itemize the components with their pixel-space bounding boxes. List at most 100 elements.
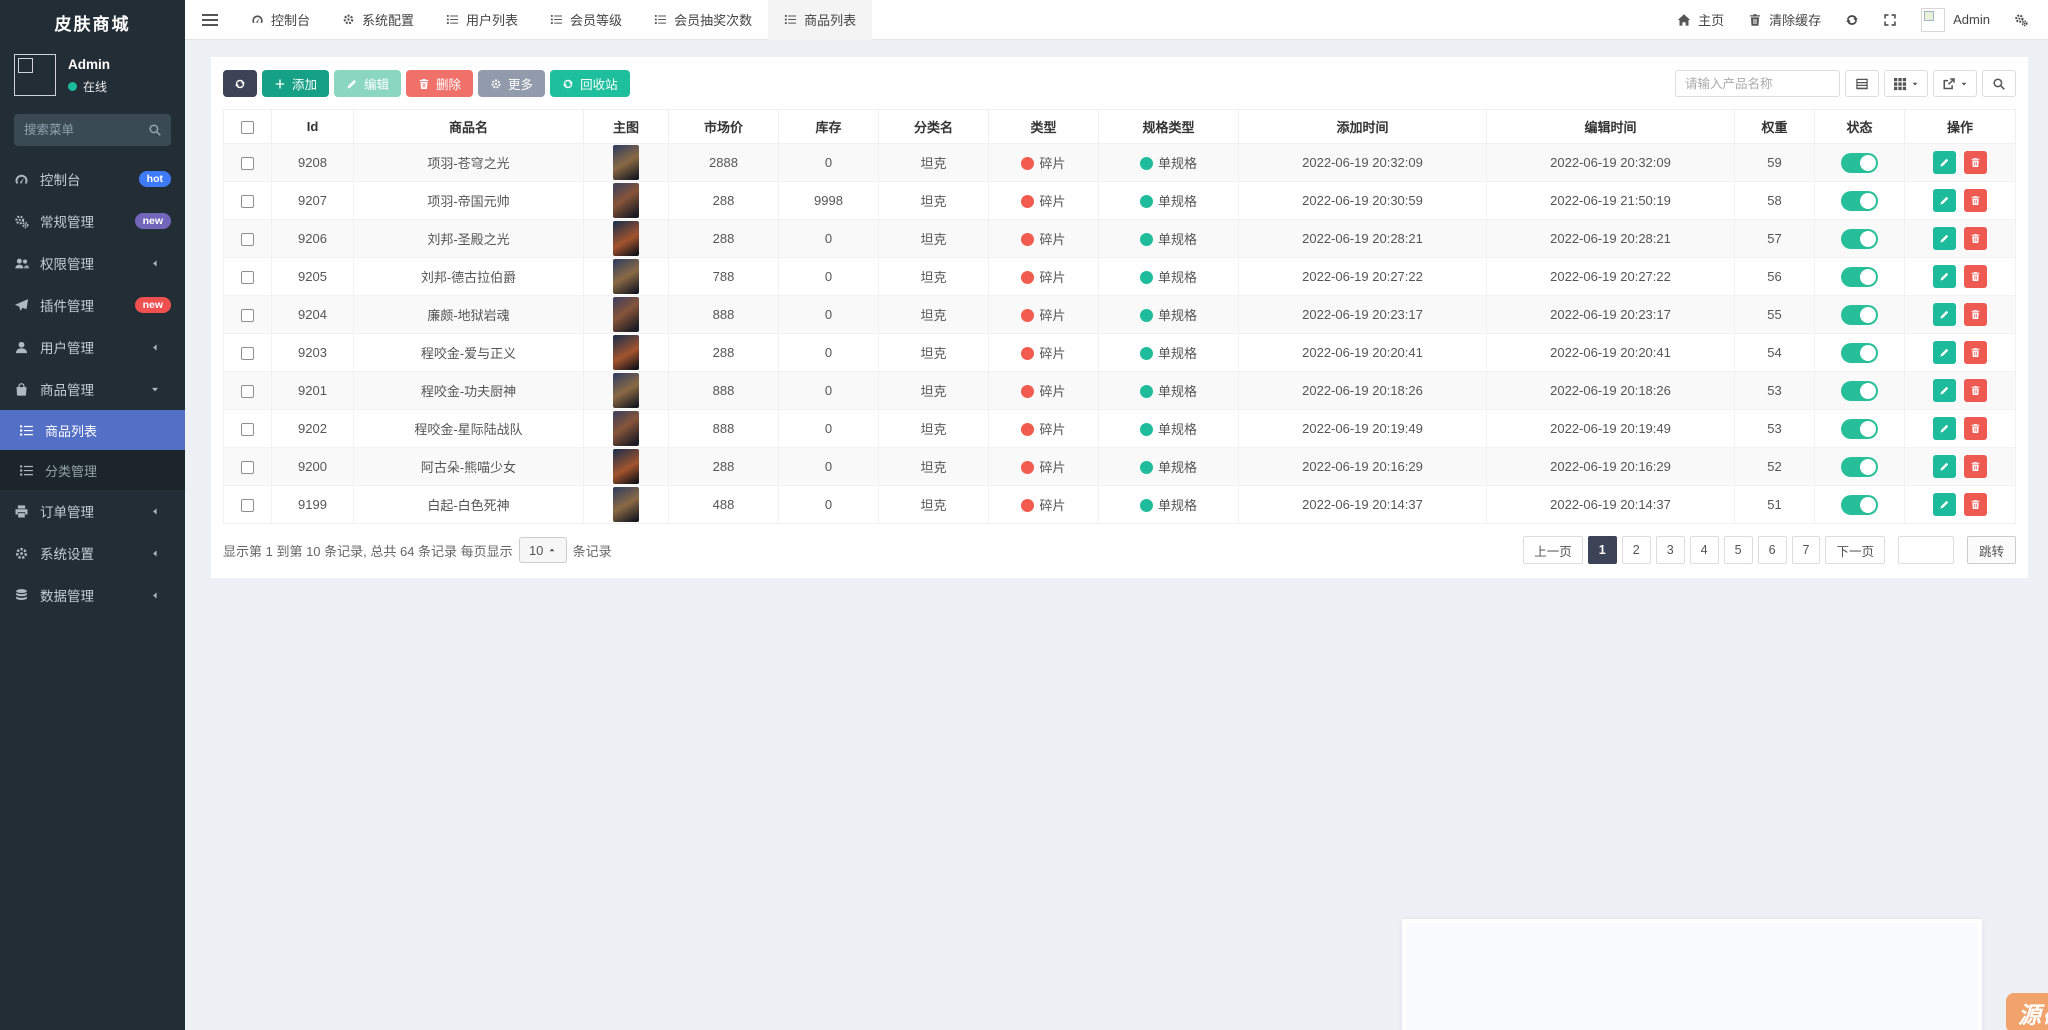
row-checkbox[interactable] bbox=[241, 461, 254, 475]
add-button[interactable]: 添加 bbox=[262, 70, 330, 97]
settings-cogs-icon[interactable] bbox=[2014, 13, 2028, 27]
status-toggle[interactable] bbox=[1841, 152, 1878, 173]
row-delete-button[interactable] bbox=[1963, 341, 1987, 364]
tab-member-level[interactable]: 会员等级 bbox=[534, 0, 638, 40]
row-checkbox[interactable] bbox=[241, 233, 254, 247]
product-thumbnail[interactable] bbox=[613, 297, 639, 332]
sidebar-item-dashboard[interactable]: 控制台 hot bbox=[0, 158, 185, 200]
row-delete-button[interactable] bbox=[1963, 265, 1987, 288]
jump-button[interactable]: 跳转 bbox=[1966, 536, 2016, 564]
tab-dashboard[interactable]: 控制台 bbox=[235, 0, 326, 40]
row-checkbox[interactable] bbox=[241, 157, 254, 171]
status-toggle[interactable] bbox=[1841, 342, 1878, 363]
delete-button[interactable]: 删除 bbox=[406, 70, 474, 97]
status-toggle[interactable] bbox=[1841, 266, 1878, 287]
tab-user-list[interactable]: 用户列表 bbox=[430, 0, 534, 40]
refresh-icon[interactable] bbox=[1845, 13, 1859, 27]
row-edit-button[interactable] bbox=[1933, 417, 1957, 440]
sidebar-item-goods[interactable]: 商品管理 bbox=[0, 368, 185, 410]
next-page-button[interactable]: 下一页 bbox=[1825, 536, 1885, 564]
status-toggle[interactable] bbox=[1841, 456, 1878, 477]
row-checkbox[interactable] bbox=[241, 347, 254, 361]
sidebar-item-general[interactable]: 常规管理 new bbox=[0, 200, 185, 242]
recycle-bin-button[interactable]: 回收站 bbox=[550, 70, 630, 97]
page-button[interactable]: 2 bbox=[1621, 536, 1651, 564]
row-delete-button[interactable] bbox=[1963, 151, 1987, 174]
export-button[interactable] bbox=[1933, 70, 1977, 97]
product-thumbnail[interactable] bbox=[613, 259, 639, 294]
row-delete-button[interactable] bbox=[1963, 227, 1987, 250]
refresh-button[interactable] bbox=[223, 70, 257, 97]
product-thumbnail[interactable] bbox=[613, 487, 639, 522]
status-toggle[interactable] bbox=[1841, 380, 1878, 401]
more-button[interactable]: 更多 bbox=[478, 70, 546, 97]
status-toggle[interactable] bbox=[1841, 228, 1878, 249]
page-button[interactable]: 3 bbox=[1655, 536, 1685, 564]
status-toggle[interactable] bbox=[1841, 304, 1878, 325]
product-thumbnail[interactable] bbox=[613, 221, 639, 256]
sidebar-item-order[interactable]: 订单管理 bbox=[0, 490, 185, 532]
avatar[interactable] bbox=[14, 54, 56, 96]
user-menu[interactable]: Admin bbox=[1921, 7, 1990, 32]
watermark-badge[interactable]: 源码 bbox=[2006, 993, 2048, 1030]
sidebar-item-data[interactable]: 数据管理 bbox=[0, 574, 185, 616]
row-edit-button[interactable] bbox=[1933, 265, 1957, 288]
search-button[interactable] bbox=[1982, 70, 2016, 97]
page-button[interactable]: 7 bbox=[1791, 536, 1821, 564]
page-button[interactable]: 5 bbox=[1723, 536, 1753, 564]
row-delete-button[interactable] bbox=[1963, 303, 1987, 326]
row-edit-button[interactable] bbox=[1933, 151, 1957, 174]
tab-system-config[interactable]: 系统配置 bbox=[326, 0, 430, 40]
row-edit-button[interactable] bbox=[1933, 379, 1957, 402]
search-icon[interactable] bbox=[148, 123, 162, 137]
row-checkbox[interactable] bbox=[241, 423, 254, 437]
fullscreen-icon[interactable] bbox=[1883, 13, 1897, 27]
row-delete-button[interactable] bbox=[1963, 493, 1987, 516]
status-toggle[interactable] bbox=[1841, 418, 1878, 439]
row-edit-button[interactable] bbox=[1933, 455, 1957, 478]
tab-goods-list[interactable]: 商品列表 bbox=[768, 0, 873, 40]
row-edit-button[interactable] bbox=[1933, 341, 1957, 364]
row-delete-button[interactable] bbox=[1963, 379, 1987, 402]
edit-button[interactable]: 编辑 bbox=[334, 70, 402, 97]
row-checkbox[interactable] bbox=[241, 271, 254, 285]
row-delete-button[interactable] bbox=[1963, 417, 1987, 440]
sidebar-item-auth[interactable]: 权限管理 bbox=[0, 242, 185, 284]
home-link[interactable]: 主页 bbox=[1677, 10, 1724, 29]
sidebar-item-addon[interactable]: 插件管理 new bbox=[0, 284, 185, 326]
status-toggle[interactable] bbox=[1841, 190, 1878, 211]
sidebar-item-user[interactable]: 用户管理 bbox=[0, 326, 185, 368]
row-edit-button[interactable] bbox=[1933, 303, 1957, 326]
page-button[interactable]: 1 bbox=[1587, 536, 1617, 564]
row-checkbox[interactable] bbox=[241, 195, 254, 209]
product-thumbnail[interactable] bbox=[613, 449, 639, 484]
row-edit-button[interactable] bbox=[1933, 493, 1957, 516]
product-thumbnail[interactable] bbox=[613, 373, 639, 408]
detail-view-button[interactable] bbox=[1845, 70, 1879, 97]
product-thumbnail[interactable] bbox=[613, 183, 639, 218]
row-checkbox[interactable] bbox=[241, 385, 254, 399]
jump-page-input[interactable] bbox=[1897, 536, 1954, 564]
sidebar-item-system[interactable]: 系统设置 bbox=[0, 532, 185, 574]
columns-button[interactable] bbox=[1884, 70, 1928, 97]
sidebar-item-goods-list[interactable]: 商品列表 bbox=[0, 410, 185, 450]
per-page-select[interactable]: 10 bbox=[518, 537, 567, 563]
product-thumbnail[interactable] bbox=[613, 411, 639, 446]
page-button[interactable]: 6 bbox=[1757, 536, 1787, 564]
prev-page-button[interactable]: 上一页 bbox=[1523, 536, 1583, 564]
row-checkbox[interactable] bbox=[241, 499, 254, 513]
product-search-input[interactable] bbox=[1675, 70, 1840, 97]
row-checkbox[interactable] bbox=[241, 309, 254, 323]
select-all-checkbox[interactable] bbox=[241, 121, 254, 135]
clear-cache-link[interactable]: 清除缓存 bbox=[1748, 10, 1821, 29]
row-edit-button[interactable] bbox=[1933, 189, 1957, 212]
sidebar-item-category[interactable]: 分类管理 bbox=[0, 450, 185, 490]
row-delete-button[interactable] bbox=[1963, 455, 1987, 478]
tab-lottery-times[interactable]: 会员抽奖次数 bbox=[638, 0, 768, 40]
sidebar-toggle-button[interactable] bbox=[185, 0, 235, 40]
status-toggle[interactable] bbox=[1841, 494, 1878, 515]
product-thumbnail[interactable] bbox=[613, 335, 639, 370]
product-thumbnail[interactable] bbox=[613, 145, 639, 180]
row-edit-button[interactable] bbox=[1933, 227, 1957, 250]
row-delete-button[interactable] bbox=[1963, 189, 1987, 212]
